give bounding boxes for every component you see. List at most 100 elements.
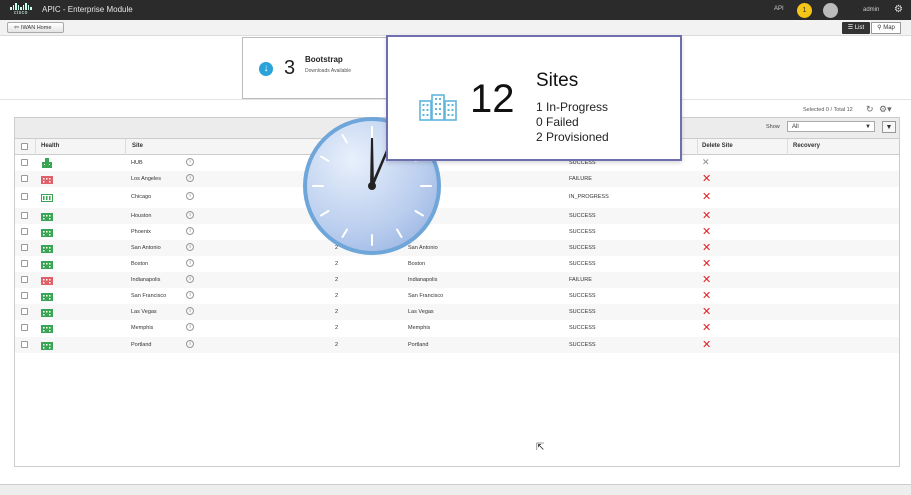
info-icon[interactable]: i xyxy=(186,158,194,166)
bootstrap-card[interactable]: ↓ 3 Bootstrap Downloads Available xyxy=(242,37,388,99)
row-checkbox[interactable] xyxy=(21,228,28,235)
row-checkbox[interactable] xyxy=(21,193,28,200)
column-header-site[interactable]: Site xyxy=(132,143,143,149)
user-name[interactable]: admin xyxy=(863,7,879,13)
sub-bar xyxy=(0,20,911,36)
info-icon[interactable]: i xyxy=(186,340,194,348)
site-name[interactable]: Las Vegas xyxy=(131,309,157,315)
row-checkbox[interactable] xyxy=(21,260,28,267)
site-count: 2 xyxy=(335,293,339,299)
delete-x-icon[interactable]: ✕ xyxy=(702,209,711,222)
site-name[interactable]: Memphis xyxy=(131,325,153,331)
table-row[interactable]: Memphis i 2 Memphis SUCCESS ✕ xyxy=(15,320,899,336)
show-filter-select[interactable]: All ▼ xyxy=(787,121,875,132)
row-checkbox[interactable] xyxy=(21,308,28,315)
sites-failed: 0 Failed xyxy=(536,115,579,129)
cisco-logo-icon[interactable]: cisco xyxy=(10,3,32,17)
site-location: Indianapolis xyxy=(408,277,438,283)
delete-x-icon[interactable]: ✕ xyxy=(702,225,711,238)
table-row[interactable]: Boston i 2 Boston SUCCESS ✕ xyxy=(15,256,899,272)
row-checkbox[interactable] xyxy=(21,276,28,283)
site-name[interactable]: HUB xyxy=(131,160,143,166)
info-icon[interactable]: i xyxy=(186,259,194,267)
api-link[interactable]: API xyxy=(774,6,784,12)
row-checkbox[interactable] xyxy=(21,159,28,166)
column-divider xyxy=(787,139,788,155)
building-progress-icon xyxy=(41,194,53,202)
table-settings-gear-icon[interactable]: ⚙▾ xyxy=(879,104,892,115)
row-checkbox[interactable] xyxy=(21,244,28,251)
row-checkbox[interactable] xyxy=(21,341,28,348)
row-checkbox[interactable] xyxy=(21,324,28,331)
site-location: San Francisco xyxy=(408,293,444,299)
notification-badge[interactable]: 1 xyxy=(797,3,812,18)
building-failed-icon xyxy=(41,277,53,285)
row-checkbox[interactable] xyxy=(21,292,28,299)
row-checkbox[interactable] xyxy=(21,212,28,219)
table-row[interactable]: Las Vegas i 2 Las Vegas SUCCESS ✕ xyxy=(15,304,899,320)
info-icon[interactable]: i xyxy=(186,275,194,283)
delete-x-icon[interactable]: ✕ xyxy=(702,172,711,185)
info-icon[interactable]: i xyxy=(186,323,194,331)
site-name[interactable]: Houston xyxy=(131,213,152,219)
refresh-icon[interactable]: ↻ xyxy=(866,104,874,115)
delete-x-icon[interactable]: ✕ xyxy=(702,257,711,270)
site-name[interactable]: Los Angeles xyxy=(131,176,161,182)
info-icon[interactable]: i xyxy=(186,192,194,200)
site-location: Las Vegas xyxy=(408,309,434,315)
table-row[interactable]: Los Angeles i FAILURE ✕ xyxy=(15,171,899,187)
delete-x-icon[interactable]: ✕ xyxy=(702,338,711,351)
column-divider xyxy=(125,139,126,155)
bootstrap-title: Bootstrap xyxy=(305,55,343,64)
info-icon[interactable]: i xyxy=(186,211,194,219)
building-failed-icon xyxy=(41,176,53,184)
delete-x-icon[interactable]: ✕ xyxy=(702,157,710,168)
filter-button[interactable]: ▼ xyxy=(882,121,896,133)
site-count: 2 xyxy=(335,277,339,283)
info-icon[interactable]: i xyxy=(186,307,194,315)
site-name[interactable]: Boston xyxy=(131,261,148,267)
table-row[interactable]: Houston i SUCCESS ✕ xyxy=(15,208,899,224)
site-count: 2 xyxy=(335,309,339,315)
site-name[interactable]: Portland xyxy=(131,342,152,348)
site-status: SUCCESS xyxy=(569,293,596,299)
site-name[interactable]: Chicago xyxy=(131,194,151,200)
delete-x-icon[interactable]: ✕ xyxy=(702,241,711,254)
delete-x-icon[interactable]: ✕ xyxy=(702,273,711,286)
table-row[interactable]: Indianapolis i 2 Indianapolis FAILURE ✕ xyxy=(15,272,899,288)
info-icon[interactable]: i xyxy=(186,227,194,235)
column-header-delete-site[interactable]: Delete Site xyxy=(702,143,733,149)
delete-x-icon[interactable]: ✕ xyxy=(702,190,711,203)
building-healthy-icon xyxy=(41,325,53,333)
user-avatar[interactable] xyxy=(823,3,838,18)
column-divider xyxy=(697,139,698,155)
info-icon[interactable]: i xyxy=(186,174,194,182)
delete-x-icon[interactable]: ✕ xyxy=(702,305,711,318)
row-checkbox[interactable] xyxy=(21,175,28,182)
info-icon[interactable]: i xyxy=(186,291,194,299)
select-all-checkbox[interactable] xyxy=(21,143,28,150)
site-name[interactable]: San Francisco xyxy=(131,293,166,299)
column-header-recovery[interactable]: Recovery xyxy=(793,143,820,149)
site-count: 2 xyxy=(335,342,339,348)
home-button[interactable]: ⇦ IWAN Home xyxy=(7,22,64,33)
table-row[interactable]: San Antonio i 2 San Antonio SUCCESS ✕ xyxy=(15,240,899,256)
table-row[interactable]: San Francisco i 2 San Francisco SUCCESS … xyxy=(15,288,899,304)
site-location: Portland xyxy=(408,342,429,348)
site-name[interactable]: Phoenix xyxy=(131,229,151,235)
delete-x-icon[interactable]: ✕ xyxy=(702,321,711,334)
delete-x-icon[interactable]: ✕ xyxy=(702,289,711,302)
column-header-health[interactable]: Health xyxy=(41,143,59,149)
site-name[interactable]: Indianapolis xyxy=(131,277,160,283)
info-icon[interactable]: i xyxy=(186,243,194,251)
show-select-value: All xyxy=(792,124,799,130)
bottom-bar xyxy=(0,484,911,495)
map-view-button[interactable]: ⚲ Map xyxy=(871,22,901,34)
site-name[interactable]: San Antonio xyxy=(131,245,161,251)
table-row[interactable]: Chicago i IN_PROGRESS ✕ xyxy=(15,189,899,205)
sites-card[interactable]: 12 Sites 1 In-Progress 0 Failed 2 Provis… xyxy=(386,35,682,161)
table-row[interactable]: Portland i 2 Portland SUCCESS ✕ xyxy=(15,337,899,353)
settings-gear-icon[interactable]: ⚙ xyxy=(894,4,903,15)
table-row[interactable]: Phoenix i SUCCESS ✕ xyxy=(15,224,899,240)
list-view-button[interactable]: ☰ List xyxy=(842,22,870,34)
